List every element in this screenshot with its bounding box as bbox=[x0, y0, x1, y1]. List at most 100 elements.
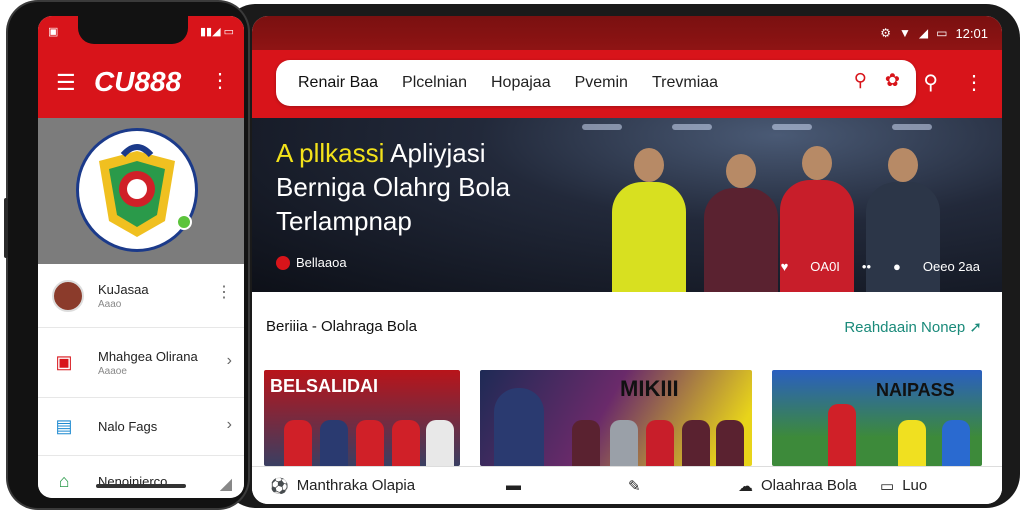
see-more-link[interactable]: Reahdaain Nonep ➚ bbox=[844, 318, 982, 336]
notification-icon: ▣ bbox=[48, 25, 59, 38]
hero-source: Bellaaoa bbox=[276, 255, 347, 270]
app-title: CU888 bbox=[94, 66, 182, 97]
stadium-light bbox=[582, 124, 622, 130]
sparkle-icon[interactable]: ✿ bbox=[885, 70, 900, 91]
tablet-screen: ⚙ ▼ ◢ ▭ 12:01 Renair Baa Plcelnian Hopaj… bbox=[252, 16, 1002, 504]
news-heading: Beriiia - Olahraga Bola bbox=[266, 318, 417, 335]
tab-bar-icons: ⚲ ✿ bbox=[854, 70, 900, 91]
phone-menu-list: KuJasaa Aaao ⋮ ▣ Mhahgea Olirana Aaaoe ›… bbox=[38, 264, 244, 498]
tab-2[interactable]: Hopajaa bbox=[491, 74, 551, 92]
wifi-icon: ▼ bbox=[898, 26, 911, 40]
card-player bbox=[426, 420, 454, 466]
card-banner: MIKIII bbox=[620, 376, 679, 401]
hero-meta: ♥ OA0I •• ● Oeeo 2aa bbox=[781, 259, 980, 274]
hero-title: A pllkassi Apliyjasi Berniga Olahrg Bola… bbox=[276, 138, 511, 236]
battery-icon: ▭ bbox=[936, 26, 948, 40]
card-banner: NAIPASS bbox=[876, 380, 955, 400]
card-player bbox=[682, 420, 710, 466]
stadium-light bbox=[892, 124, 932, 130]
card-player bbox=[610, 420, 638, 466]
card-player bbox=[494, 388, 544, 466]
screenshot-stage: ⚙ ▼ ◢ ▭ 12:01 Renair Baa Plcelnian Hopaj… bbox=[0, 0, 1024, 512]
phone-device: ▣ ▮▮◢ ▭ ☰ CU888 ⋮ KuJasaa Aaao ⋮ ▣ Mhahg… bbox=[4, 2, 248, 508]
card-player bbox=[646, 420, 674, 466]
nav-item-olahraga[interactable]: ⚽ Manthraka Olapia bbox=[270, 477, 415, 495]
status-time: 12:01 bbox=[955, 25, 988, 41]
card-player bbox=[828, 404, 856, 466]
phone-profile-banner bbox=[38, 118, 244, 264]
nav-item-edit[interactable]: ✎ bbox=[628, 477, 641, 495]
menu-item[interactable]: ▣ Mhahgea Olirana Aaaoe › bbox=[38, 328, 244, 398]
menu-item[interactable]: ▤ Nalo Fags › bbox=[38, 398, 244, 456]
home-icon: ⌂ bbox=[58, 470, 70, 491]
player-figure bbox=[780, 146, 854, 292]
settings-icon: ⚙ bbox=[880, 26, 891, 40]
nav-item-luo[interactable]: ▭ Luo bbox=[880, 477, 927, 495]
tablet-bottom-nav: ⚽ Manthraka Olapia ▬ ✎ ☁ Olaahraa Bola ▭ bbox=[252, 466, 1002, 504]
phone-app-header: ☰ CU888 ⋮ bbox=[38, 46, 244, 118]
tab-0[interactable]: Renair Baa bbox=[298, 74, 378, 92]
more-icon[interactable]: ⋮ bbox=[216, 282, 232, 302]
chevron-right-icon: › bbox=[226, 352, 232, 369]
nav-item-bola[interactable]: ☁ Olaahraa Bola bbox=[738, 477, 857, 495]
more-icon[interactable]: ⋮ bbox=[964, 70, 984, 95]
arrow-icon: ➚ bbox=[969, 319, 982, 336]
card-player bbox=[716, 420, 744, 466]
tablet-app-header: Renair Baa Plcelnian Hopajaa Pvemin Trev… bbox=[252, 50, 1002, 118]
header-actions: ⚲ ⋮ bbox=[923, 70, 984, 95]
heart-icon[interactable]: ♥ bbox=[781, 259, 789, 274]
screen-icon: ▭ bbox=[880, 477, 895, 495]
chat-icon: ☁ bbox=[738, 477, 753, 495]
profile-sub: Aaao bbox=[98, 298, 122, 310]
card-banner: BELSALIDAI bbox=[270, 376, 378, 396]
phone-notch bbox=[78, 16, 188, 44]
tablet-icon: ▤ bbox=[55, 416, 73, 436]
card-player bbox=[356, 420, 384, 466]
tablet-status-bar: ⚙ ▼ ◢ ▭ 12:01 bbox=[252, 16, 1002, 50]
calendar-icon: ▣ bbox=[55, 352, 73, 372]
avatar bbox=[52, 279, 84, 312]
chat-icon: ◢ bbox=[219, 476, 232, 493]
stadium-light bbox=[672, 124, 712, 130]
stadium-light bbox=[772, 124, 812, 130]
signal-icon: ▮▮◢ ▭ bbox=[199, 25, 234, 38]
volume-button bbox=[4, 198, 8, 258]
more-icon[interactable]: ⋮ bbox=[210, 68, 230, 93]
card-player bbox=[942, 420, 970, 466]
home-indicator[interactable] bbox=[96, 484, 186, 488]
hero-banner[interactable]: A pllkassi Apliyjasi Berniga Olahrg Bola… bbox=[252, 118, 1002, 292]
online-indicator bbox=[176, 214, 192, 230]
profile-item[interactable]: KuJasaa Aaao ⋮ bbox=[38, 264, 244, 328]
edit-icon: ✎ bbox=[628, 477, 641, 495]
player-figure bbox=[704, 154, 778, 292]
player-figure bbox=[866, 148, 940, 292]
tab-3[interactable]: Pvemin bbox=[575, 74, 628, 92]
source-icon bbox=[276, 255, 290, 270]
card-player bbox=[320, 420, 348, 466]
nav-item-video[interactable]: ▬ bbox=[506, 477, 521, 494]
card-player bbox=[392, 420, 420, 466]
tv-icon: ▬ bbox=[506, 477, 521, 494]
card-player bbox=[572, 420, 600, 466]
menu-icon[interactable]: ☰ bbox=[56, 70, 76, 96]
search-icon[interactable]: ⚲ bbox=[923, 70, 938, 95]
tab-bar: Renair Baa Plcelnian Hopajaa Pvemin Trev… bbox=[276, 60, 916, 106]
card-player bbox=[284, 420, 312, 466]
dots-icon: •• bbox=[861, 259, 872, 274]
comments-label: Oeeo 2aa bbox=[922, 259, 980, 274]
profile-name: KuJasaa bbox=[98, 281, 149, 297]
comment-icon[interactable]: ● bbox=[893, 259, 901, 274]
signal-icon: ◢ bbox=[918, 26, 929, 40]
menu-item[interactable]: ⌂ Nenoinierco ◢ bbox=[38, 456, 244, 498]
news-card[interactable]: NAIPASS bbox=[772, 370, 982, 466]
player-figure bbox=[612, 148, 686, 292]
football-icon: ⚽ bbox=[270, 477, 289, 495]
phone-screen: ▣ ▮▮◢ ▭ ☰ CU888 ⋮ KuJasaa Aaao ⋮ ▣ Mhahg… bbox=[38, 16, 244, 498]
tab-4[interactable]: Trevmiaa bbox=[652, 74, 718, 92]
tab-1[interactable]: Plcelnian bbox=[402, 74, 467, 92]
search-icon[interactable]: ⚲ bbox=[854, 70, 867, 91]
chevron-right-icon: › bbox=[226, 416, 232, 433]
news-card[interactable]: BELSALIDAI bbox=[264, 370, 460, 466]
news-card[interactable]: MIKIII bbox=[480, 370, 752, 466]
news-section: Beriiia - Olahraga Bola Reahdaain Nonep … bbox=[252, 292, 1002, 504]
